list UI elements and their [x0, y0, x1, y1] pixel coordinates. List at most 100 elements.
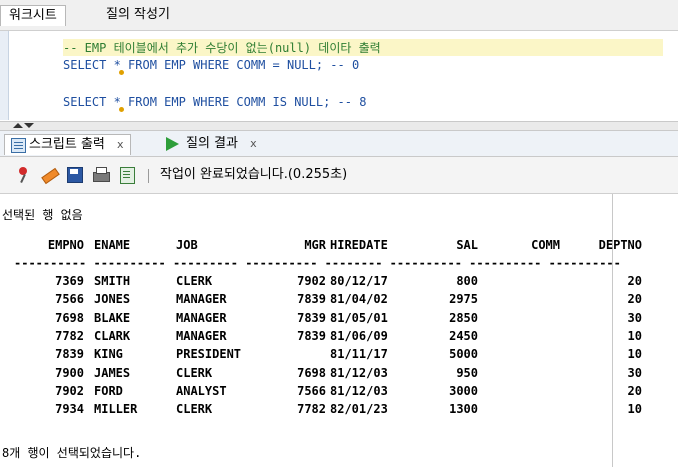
table-cell: MANAGER [176, 328, 227, 343]
table-row: 7698 BLAKE MANAGER 7839 81/05/01 2850 30 [0, 311, 678, 328]
sql-editor[interactable]: -- EMP 테이블에서 추가 수당이 없는(null) 데이타 출력 SELE… [0, 31, 678, 120]
toolbar-separator [148, 169, 149, 183]
column-header: COMM [531, 238, 560, 252]
table-cell: MANAGER [176, 310, 227, 325]
script-output-panel[interactable]: 선택된 행 없음 EMPNO ENAME JOB MGR HIREDATE SA… [0, 194, 678, 467]
table-row: 7369 SMITH CLERK 7902 80/12/17 800 20 [0, 274, 678, 291]
table-cell: 10 [627, 328, 642, 343]
table-cell: BLAKE [94, 310, 131, 325]
table-cell: 950 [456, 365, 478, 380]
table-cell: 82/01/23 [330, 402, 388, 417]
tab-worksheet[interactable]: 워크시트 [0, 5, 66, 26]
warning-marker-icon [119, 70, 124, 75]
output-toolbar: 작업이 완료되었습니다.(0.255초) [0, 157, 678, 194]
result-table-header: EMPNO ENAME JOB MGR HIREDATE SAL COMM DE… [0, 238, 678, 254]
table-cell: SMITH [94, 274, 131, 288]
result-tabbar: 스크립트 출력 x 질의 결과 x [0, 131, 678, 157]
expand-up-icon[interactable] [13, 123, 23, 128]
table-cell: JAMES [94, 365, 131, 380]
table-cell: 3000 [449, 383, 478, 398]
table-cell: 7566 [297, 383, 326, 398]
table-cell: 80/12/17 [330, 274, 388, 288]
table-cell: 81/05/01 [330, 310, 388, 325]
sql-comment-line[interactable]: -- EMP 테이블에서 추가 수당이 없는(null) 데이타 출력 [63, 39, 663, 56]
table-row: 7900 JAMES CLERK 7698 81/12/03 950 30 [0, 366, 678, 383]
table-cell: PRESIDENT [176, 347, 242, 362]
no-rows-message: 선택된 행 없음 [2, 208, 83, 222]
table-cell: 7698 [55, 310, 84, 325]
table-cell: 20 [627, 292, 642, 307]
table-cell: 7902 [297, 274, 326, 288]
tab-query-result-label: 질의 결과 [186, 136, 238, 151]
sql-line-1[interactable]: SELECT * FROM EMP WHERE COMM = NULL; -- … [63, 58, 359, 72]
column-header: HIREDATE [330, 238, 388, 252]
table-row: 7902 FORD ANALYST 7566 81/12/03 3000 20 [0, 384, 678, 401]
column-header: EMPNO [47, 238, 84, 252]
close-tab-icon[interactable]: x [250, 137, 257, 150]
rows-selected-message: 8개 행이 선택되었습니다. [2, 446, 142, 460]
document-icon[interactable] [118, 166, 136, 184]
column-header: JOB [176, 238, 198, 252]
sql-line-2[interactable]: SELECT * FROM EMP WHERE COMM IS NULL; --… [63, 95, 366, 109]
tab-script-output-label: 스크립트 출력 [29, 137, 105, 152]
table-cell: CLERK [176, 365, 213, 380]
save-icon[interactable] [66, 166, 84, 184]
table-cell: ANALYST [176, 383, 227, 398]
pane-splitter[interactable] [0, 121, 678, 131]
table-cell: 2450 [449, 328, 478, 343]
tab-query-builder[interactable]: 질의 작성기 [98, 5, 178, 25]
script-output-icon [11, 138, 26, 153]
table-cell: 1300 [449, 402, 478, 417]
table-cell: 7566 [55, 292, 84, 307]
table-cell: 7839 [55, 347, 84, 362]
table-cell: 7839 [297, 328, 326, 343]
run-query-icon [166, 137, 179, 151]
table-cell: JONES [94, 292, 131, 307]
column-header: DEPTNO [598, 238, 642, 252]
worksheet-tabbar: 워크시트 질의 작성기 [0, 0, 678, 31]
table-cell: 10 [627, 347, 642, 362]
table-cell: 7900 [55, 365, 84, 380]
column-header: MGR [304, 238, 326, 252]
table-cell: 20 [627, 274, 642, 288]
table-row: 7566 JONES MANAGER 7839 81/04/02 2975 20 [0, 292, 678, 309]
column-header: SAL [456, 238, 478, 252]
table-cell: 7698 [297, 365, 326, 380]
task-status-text: 작업이 완료되었습니다.(0.255초) [160, 167, 348, 182]
eraser-icon[interactable] [40, 166, 58, 184]
table-cell: KING [94, 347, 123, 362]
table-cell: 81/12/03 [330, 383, 388, 398]
table-cell: 7369 [55, 274, 84, 288]
table-cell: 30 [627, 365, 642, 380]
table-cell: 10 [627, 402, 642, 417]
tab-script-output[interactable]: 스크립트 출력 x [4, 134, 131, 155]
table-cell: MANAGER [176, 292, 227, 307]
warning-marker-icon [119, 107, 124, 112]
print-icon[interactable] [92, 166, 110, 184]
table-cell: MILLER [94, 402, 138, 417]
table-cell: 81/12/03 [330, 365, 388, 380]
collapse-down-icon[interactable] [24, 123, 34, 128]
table-cell: 5000 [449, 347, 478, 362]
table-cell: 7782 [55, 328, 84, 343]
table-cell: 2975 [449, 292, 478, 307]
pin-icon[interactable] [14, 166, 32, 184]
column-header: ENAME [94, 238, 131, 252]
table-cell: 30 [627, 310, 642, 325]
close-tab-icon[interactable]: x [117, 138, 124, 151]
table-cell: 7934 [55, 402, 84, 417]
table-cell: 800 [456, 274, 478, 288]
table-cell: 7782 [297, 402, 326, 417]
table-cell: FORD [94, 383, 123, 398]
table-cell: CLARK [94, 328, 131, 343]
editor-gutter [0, 31, 9, 120]
table-cell: 2850 [449, 310, 478, 325]
table-cell: CLERK [176, 274, 213, 288]
table-row: 7839 KING PRESIDENT 81/11/17 5000 10 [0, 347, 678, 364]
tab-query-result[interactable]: 질의 결과 x [164, 134, 257, 154]
table-cell: 81/11/17 [330, 347, 388, 362]
table-cell: 7839 [297, 292, 326, 307]
table-cell: 81/04/02 [330, 292, 388, 307]
table-cell: 81/06/09 [330, 328, 388, 343]
table-cell: 7902 [55, 383, 84, 398]
